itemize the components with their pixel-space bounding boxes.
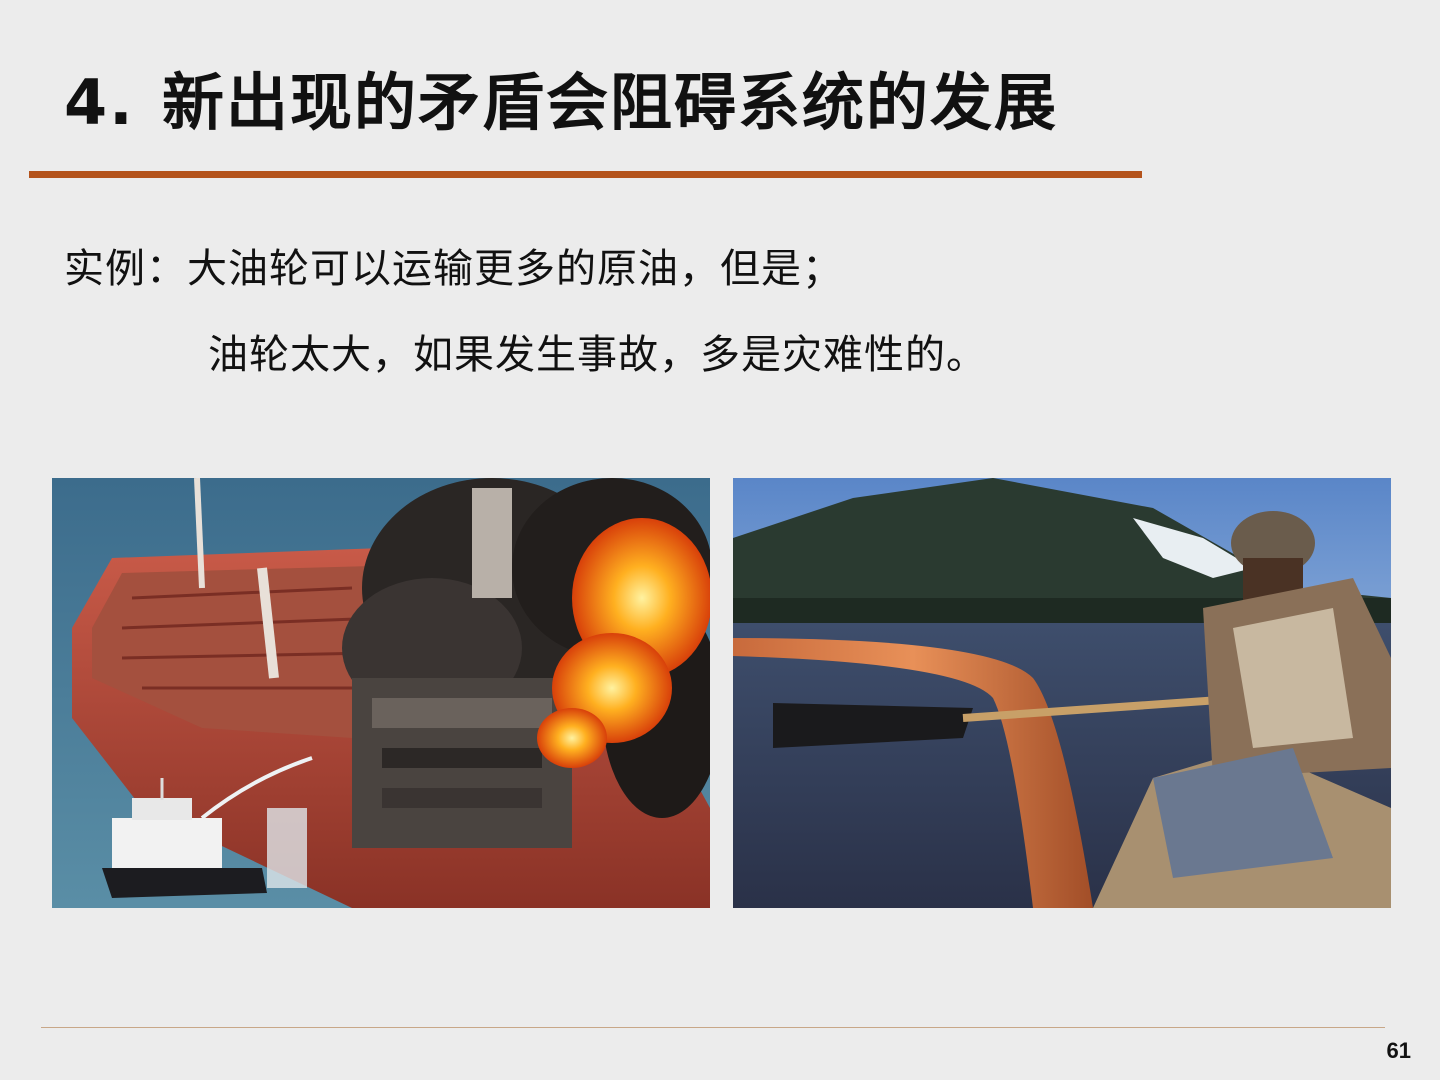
title-text: 新出现的矛盾会阻碍系统的发展 xyxy=(162,66,1059,139)
oil-cleanup-photo xyxy=(733,478,1391,908)
footer-divider xyxy=(41,1027,1385,1028)
slide-title: 4. 新出现的矛盾会阻碍系统的发展 xyxy=(64,52,1058,142)
page-number: 61 xyxy=(1386,1038,1411,1063)
title-number: 4. xyxy=(64,66,135,139)
title-divider xyxy=(29,171,1142,178)
example-line-1: 实例：大油轮可以运输更多的原油，但是； xyxy=(64,246,843,292)
example-line-2: 油轮太大，如果发生事故，多是灾难性的。 xyxy=(208,332,987,378)
burning-tanker-photo xyxy=(52,478,710,908)
